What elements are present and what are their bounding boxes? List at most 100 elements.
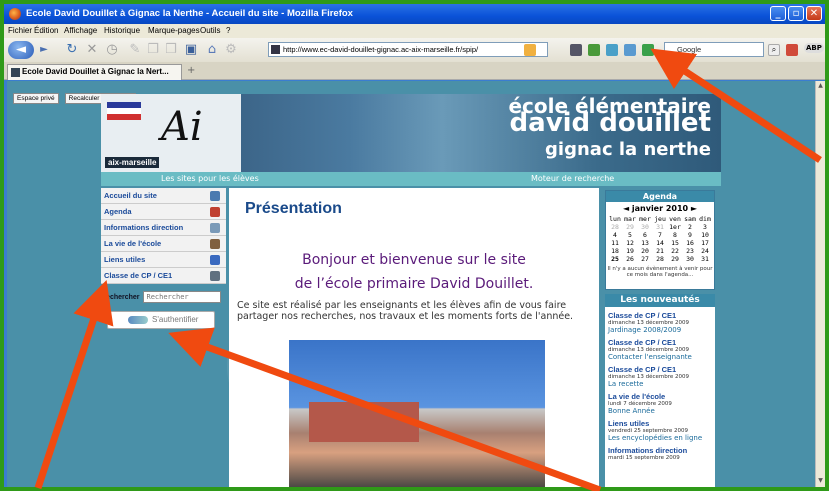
- print-icon[interactable]: [570, 44, 582, 56]
- academy-logo[interactable]: Ai aix-marseille: [101, 94, 241, 172]
- calendar-day[interactable]: 22: [668, 247, 683, 255]
- sidebar-item-vie-ecole[interactable]: La vie de l'école: [101, 236, 226, 252]
- calendar-month[interactable]: ◄ janvier 2010 ►: [606, 204, 714, 213]
- reload-icon[interactable]: ↻: [64, 41, 80, 59]
- calendar-day[interactable]: 31: [698, 255, 713, 263]
- nav-sites-eleves[interactable]: Les sites pour les élèves: [161, 174, 259, 183]
- menu-historique[interactable]: Historique: [104, 26, 140, 35]
- pdf-icon[interactable]: [786, 44, 798, 56]
- forward-button[interactable]: ►: [36, 41, 52, 59]
- paste-icon[interactable]: ❒: [164, 41, 178, 59]
- news-section[interactable]: Classe de CP / CE1: [608, 338, 712, 347]
- news-item[interactable]: Classe de CP / CE1 dimanche 13 décembre …: [605, 361, 715, 388]
- news-subject[interactable]: Contacter l'enseignante: [608, 353, 712, 361]
- menu-marque-pages[interactable]: Marque-pages: [148, 26, 200, 35]
- news-section[interactable]: Informations direction: [608, 446, 712, 455]
- calendar-day[interactable]: 14: [653, 239, 668, 247]
- sidebar-item-liens[interactable]: Liens utiles: [101, 252, 226, 268]
- copy-icon[interactable]: ❐: [146, 41, 160, 59]
- tab-ecole[interactable]: Ecole David Douillet à Gignac la Nert...: [7, 64, 182, 80]
- search-input[interactable]: [143, 291, 222, 303]
- calendar-day[interactable]: 30: [683, 255, 698, 263]
- calendar-day[interactable]: 6: [638, 231, 653, 239]
- sidebar-item-agenda[interactable]: Agenda: [101, 204, 226, 220]
- back-button[interactable]: ◄: [8, 41, 34, 59]
- settings-icon[interactable]: ⚙: [224, 41, 238, 59]
- news-section[interactable]: Classe de CP / CE1: [608, 311, 712, 320]
- calendar-day[interactable]: 13: [638, 239, 653, 247]
- news-section[interactable]: Classe de CP / CE1: [608, 365, 712, 374]
- calendar-day[interactable]: 19: [623, 247, 638, 255]
- news-section[interactable]: Liens utiles: [608, 419, 712, 428]
- sidebar-item-classe-cp[interactable]: Classe de CP / CE1: [101, 268, 226, 284]
- menu-fichier[interactable]: Fichier: [8, 26, 32, 35]
- espace-prive-button[interactable]: Espace privé: [13, 93, 59, 104]
- adblock-icon[interactable]: ABP: [804, 43, 824, 53]
- news-item[interactable]: Classe de CP / CE1 dimanche 13 décembre …: [605, 334, 715, 361]
- calendar-day[interactable]: 30: [638, 223, 653, 231]
- new-tab-button[interactable]: +: [187, 64, 199, 78]
- calendar-day[interactable]: 5: [623, 231, 638, 239]
- rss-icon[interactable]: [524, 44, 536, 56]
- news-subject[interactable]: Jardinage 2008/2009: [608, 326, 712, 334]
- url-bar[interactable]: http://www.ec-david-douillet-gignac.ac-a…: [268, 42, 548, 57]
- menu-outils[interactable]: Outils: [200, 26, 220, 35]
- calendar-day[interactable]: 24: [698, 247, 713, 255]
- minimize-button[interactable]: _: [770, 6, 786, 21]
- calendar-day[interactable]: 26: [623, 255, 638, 263]
- menu-help[interactable]: ?: [226, 26, 230, 35]
- calendar-day[interactable]: 20: [638, 247, 653, 255]
- home-icon[interactable]: ⌂: [204, 41, 220, 59]
- stop-icon[interactable]: ✕: [84, 41, 100, 59]
- news-subject[interactable]: Les encyclopédies en ligne: [608, 434, 712, 442]
- calendar-day[interactable]: 16: [683, 239, 698, 247]
- calendar-day[interactable]: 8: [668, 231, 683, 239]
- news-item[interactable]: Informations direction mardi 15 septembr…: [605, 442, 715, 461]
- calendar-day[interactable]: 28: [608, 223, 623, 231]
- history-icon[interactable]: ◷: [104, 41, 120, 59]
- calendar-day[interactable]: 31: [653, 223, 668, 231]
- calendar-day[interactable]: 29: [623, 223, 638, 231]
- calendar-day[interactable]: 29: [668, 255, 683, 263]
- news-item[interactable]: La vie de l'école lundi 7 décembre 2009 …: [605, 388, 715, 415]
- menu-edition[interactable]: Édition: [34, 26, 58, 35]
- close-button[interactable]: ✕: [806, 6, 822, 21]
- bookmark-icon[interactable]: ▣: [184, 41, 198, 59]
- calendar-day[interactable]: 12: [623, 239, 638, 247]
- calendar-day[interactable]: 10: [698, 231, 713, 239]
- calendar-day[interactable]: 21: [653, 247, 668, 255]
- calendar-day[interactable]: 3: [698, 223, 713, 231]
- scroll-up-icon[interactable]: ▲: [816, 82, 825, 91]
- calendar-day[interactable]: 7: [653, 231, 668, 239]
- calendar-day[interactable]: 28: [653, 255, 668, 263]
- search-engine-icon[interactable]: [642, 44, 654, 56]
- sidebar-item-accueil[interactable]: Accueil du site: [101, 188, 226, 204]
- addon-icon[interactable]: [606, 44, 618, 56]
- news-item[interactable]: Liens utiles vendredi 25 septembre 2009 …: [605, 415, 715, 442]
- calendar-day[interactable]: 1er: [668, 223, 683, 231]
- calendar-day[interactable]: 18: [608, 247, 623, 255]
- calendar-day[interactable]: 4: [608, 231, 623, 239]
- screen-icon[interactable]: [624, 44, 636, 56]
- news-item[interactable]: Classe de CP / CE1 dimanche 13 décembre …: [605, 307, 715, 334]
- news-subject[interactable]: Bonne Année: [608, 407, 712, 415]
- authenticate-button[interactable]: S'authentifier: [107, 311, 215, 329]
- calendar-day-today[interactable]: 25: [608, 255, 623, 263]
- edit-icon[interactable]: ✎: [128, 41, 142, 59]
- calendar-day[interactable]: 9: [683, 231, 698, 239]
- vertical-scrollbar[interactable]: ▲ ▼: [815, 81, 825, 487]
- search-bar[interactable]: Google: [664, 42, 764, 57]
- menu-affichage[interactable]: Affichage: [64, 26, 97, 35]
- calendar-day[interactable]: 23: [683, 247, 698, 255]
- news-subject[interactable]: La recette: [608, 380, 712, 388]
- calendar-day[interactable]: 27: [638, 255, 653, 263]
- news-section[interactable]: La vie de l'école: [608, 392, 712, 401]
- download-icon[interactable]: [588, 44, 600, 56]
- maximize-button[interactable]: ▫: [788, 6, 804, 21]
- search-icon[interactable]: ⌕: [768, 44, 780, 56]
- calendar-day[interactable]: 2: [683, 223, 698, 231]
- scroll-down-icon[interactable]: ▼: [816, 477, 825, 486]
- calendar-day[interactable]: 17: [698, 239, 713, 247]
- sidebar-item-informations[interactable]: Informations direction: [101, 220, 226, 236]
- calendar-day[interactable]: 15: [668, 239, 683, 247]
